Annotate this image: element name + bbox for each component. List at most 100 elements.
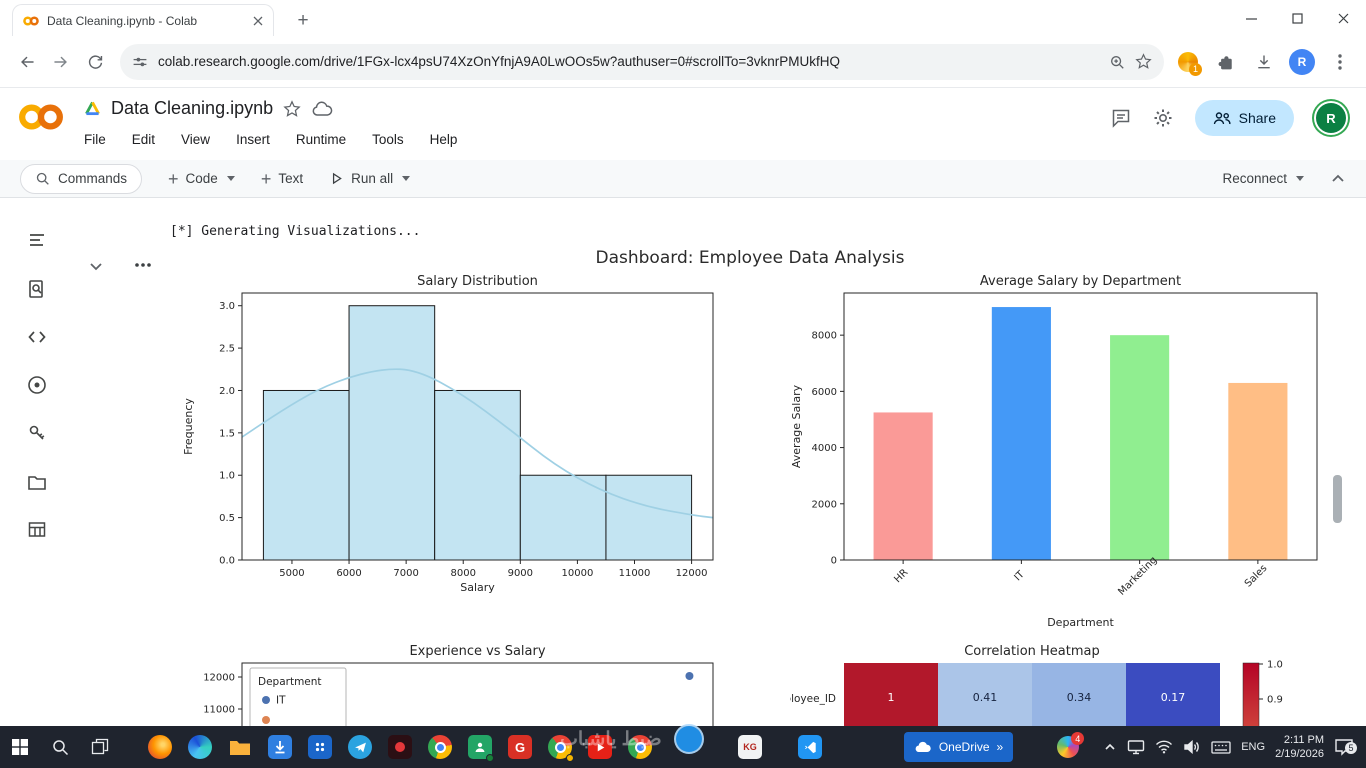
onedrive-button[interactable]: OneDrive » [903, 732, 1014, 762]
svg-text:0.41: 0.41 [973, 691, 998, 704]
cell-options-kebab-icon[interactable] [134, 262, 152, 268]
add-code-button[interactable]: + Code [168, 170, 235, 188]
back-button[interactable] [10, 45, 44, 79]
menu-tools[interactable]: Tools [372, 132, 404, 147]
reload-button[interactable] [78, 45, 112, 79]
reconnect-button[interactable]: Reconnect [1222, 171, 1304, 186]
touch-keyboard-icon[interactable] [1211, 740, 1231, 754]
cloud-save-icon[interactable] [311, 100, 333, 118]
svg-text:Average Salary: Average Salary [790, 384, 803, 468]
account-avatar[interactable]: R [1316, 103, 1346, 133]
menu-edit[interactable]: Edit [132, 132, 155, 147]
cell-output-text: [*] Generating Visualizations... [170, 224, 421, 239]
comment-icon[interactable] [1111, 108, 1131, 128]
firefox-icon[interactable] [140, 726, 180, 768]
start-icon[interactable] [0, 726, 40, 768]
scrollbar-thumb[interactable] [1333, 475, 1342, 523]
close-button[interactable] [1320, 0, 1366, 36]
chrome-3-icon[interactable] [620, 726, 660, 768]
folder-app-icon[interactable] [220, 726, 260, 768]
menu-file[interactable]: File [84, 132, 106, 147]
hidden-app-icon[interactable]: 4 [1057, 732, 1085, 758]
svg-text:4000: 4000 [812, 443, 837, 454]
system-tray: OneDrive » 4 ENG 2:11 PM 2/19/2026 5 [903, 726, 1366, 768]
extensions-puzzle-icon[interactable] [1210, 46, 1242, 78]
language-indicator[interactable]: ENG [1241, 741, 1265, 753]
secrets-key-icon[interactable] [26, 422, 48, 444]
new-tab-button[interactable]: + [290, 8, 316, 34]
bookmark-star-icon[interactable] [1135, 53, 1152, 70]
svg-text:0.9: 0.9 [1267, 695, 1283, 706]
people-icon [1213, 111, 1231, 125]
vscode-icon[interactable] [790, 726, 830, 768]
url-text[interactable]: colab.research.google.com/drive/1FGx-lcx… [158, 54, 1099, 69]
menu-insert[interactable]: Insert [236, 132, 270, 147]
zoom-icon[interactable] [1109, 54, 1125, 70]
variables-icon[interactable] [26, 374, 48, 396]
download-icon[interactable] [1248, 46, 1280, 78]
extension-notification-icon[interactable]: 1 [1172, 46, 1204, 78]
browser-menu-kebab-icon[interactable] [1324, 46, 1356, 78]
svg-text:Salary Distribution: Salary Distribution [417, 274, 538, 289]
svg-text:0.5: 0.5 [219, 513, 235, 524]
forward-button[interactable] [44, 45, 78, 79]
share-button[interactable]: Share [1194, 100, 1294, 136]
table-grid-icon[interactable] [26, 519, 48, 541]
menu-help[interactable]: Help [430, 132, 458, 147]
app-kg-icon[interactable]: KG [730, 726, 770, 768]
browser-tab[interactable]: Data Cleaning.ipynb - Colab [12, 4, 274, 36]
app-green-icon[interactable] [460, 726, 500, 768]
find-replace-icon[interactable] [26, 278, 48, 300]
media-player-icon[interactable] [380, 726, 420, 768]
notebook-title[interactable]: Data Cleaning.ipynb [111, 98, 273, 119]
run-all-button[interactable]: Run all [329, 171, 411, 186]
chevron-down-icon[interactable] [226, 176, 235, 181]
tray-caret-up-icon[interactable] [1103, 741, 1117, 753]
files-folder-icon[interactable] [26, 471, 48, 493]
collapse-header-chevron-icon[interactable] [1330, 171, 1346, 187]
svg-text:1: 1 [888, 691, 895, 704]
svg-text:11000: 11000 [619, 568, 651, 579]
settings-gear-icon[interactable] [1153, 108, 1173, 128]
menu-view[interactable]: View [181, 132, 210, 147]
browser-profile-avatar[interactable]: R [1286, 46, 1318, 78]
chevron-down-icon[interactable] [402, 176, 411, 181]
onedrive-label: OneDrive [938, 740, 990, 754]
notebook-toolbar: Commands + Code + Text Run all Reconnect [0, 160, 1366, 198]
url-bar[interactable]: colab.research.google.com/drive/1FGx-lcx… [120, 43, 1164, 80]
code-snippets-icon[interactable] [26, 326, 48, 348]
app-red-g-icon[interactable]: G [500, 726, 540, 768]
svg-text:8000: 8000 [812, 331, 837, 342]
star-icon[interactable] [283, 99, 301, 118]
task-view-icon[interactable] [80, 726, 120, 768]
chart-salary-distribution: 5000 6000 7000 8000 9000 10000 11000 12000 0.0 0.… [178, 272, 723, 602]
wifi-icon[interactable] [1155, 740, 1173, 754]
display-icon[interactable] [1127, 739, 1145, 755]
svg-text:2000: 2000 [812, 499, 837, 510]
commands-button[interactable]: Commands [20, 163, 143, 194]
maximize-button[interactable] [1274, 0, 1320, 36]
chrome-2-icon[interactable] [540, 726, 580, 768]
telegram-icon[interactable] [340, 726, 380, 768]
taskbar-clock[interactable]: 2:11 PM 2/19/2026 [1275, 733, 1324, 761]
youtube-icon[interactable] [580, 726, 620, 768]
table-of-contents-icon[interactable] [26, 229, 48, 251]
search-icon[interactable] [40, 726, 80, 768]
chevron-down-icon[interactable] [1296, 176, 1304, 181]
onedrive-more-chevrons[interactable]: » [997, 740, 1004, 754]
volume-icon[interactable] [1183, 740, 1201, 754]
menu-runtime[interactable]: Runtime [296, 132, 346, 147]
notification-center-icon[interactable]: 5 [1334, 738, 1357, 756]
tab-close-icon[interactable] [253, 16, 263, 26]
add-text-button[interactable]: + Text [261, 170, 303, 188]
cell-collapse-chevron-icon[interactable] [88, 258, 104, 274]
calculator-icon[interactable] [300, 726, 340, 768]
colab-logo[interactable] [18, 101, 64, 133]
download-manager-icon[interactable] [260, 726, 300, 768]
chrome-1-icon[interactable] [420, 726, 460, 768]
svg-text:Salary: Salary [460, 581, 495, 594]
svg-text:IT: IT [1013, 569, 1028, 584]
site-info-icon[interactable] [132, 54, 148, 70]
edge-icon[interactable] [180, 726, 220, 768]
minimize-button[interactable] [1228, 0, 1274, 36]
